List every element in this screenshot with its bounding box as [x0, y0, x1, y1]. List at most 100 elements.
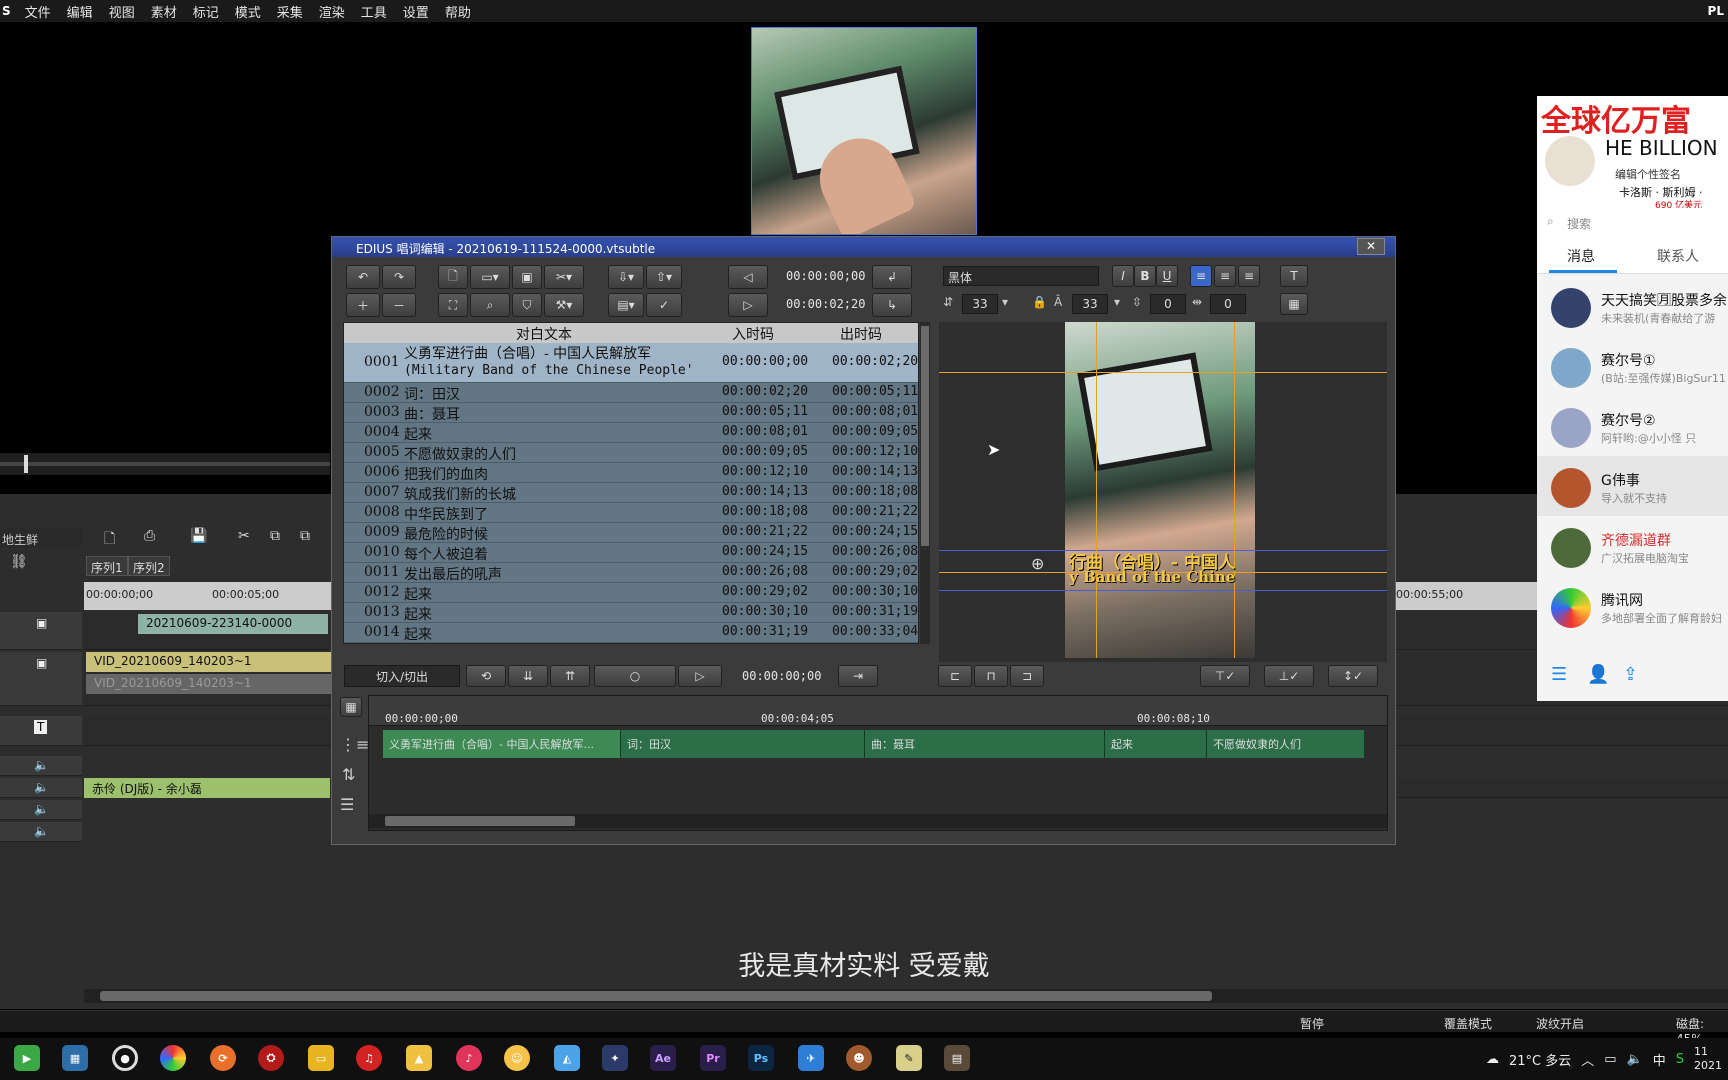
save-icon[interactable]: 💾 — [190, 528, 207, 544]
row-out[interactable]: 00:00:30;10 — [832, 584, 918, 599]
new-file-button[interactable]: 🗋 — [438, 265, 468, 289]
pos-center-button[interactable]: ⊓ — [974, 665, 1008, 687]
row-in[interactable]: 00:00:05;11 — [722, 404, 808, 419]
align-end-button[interactable]: ⇈ — [550, 665, 590, 687]
row-in[interactable]: 00:00:29;02 — [722, 584, 808, 599]
row-in[interactable]: 00:00:31;19 — [722, 624, 808, 639]
add-row-button[interactable]: ＋ — [346, 293, 380, 317]
close-button[interactable]: ✕ — [1357, 238, 1385, 255]
open-project-icon[interactable]: ⎙ — [144, 528, 155, 544]
open-file-button[interactable]: ▭▾ — [470, 265, 510, 289]
row-text[interactable]: 起来 — [404, 604, 432, 624]
subtitle-timeline[interactable]: 00:00:00;00 00:00:04;05 00:00:08;10 义勇军进… — [368, 695, 1388, 831]
row-in[interactable]: 00:00:30;10 — [722, 604, 808, 619]
underline-button[interactable]: U — [1156, 265, 1178, 287]
app-taskbar-icon[interactable]: ▦ — [62, 1045, 88, 1071]
row-text[interactable]: 起来 — [404, 624, 432, 643]
tray-chevron-icon[interactable]: ︿ — [1581, 1050, 1594, 1069]
network-icon[interactable]: ▭ — [1604, 1052, 1616, 1067]
char-spacing-field[interactable]: 0 — [1210, 294, 1246, 314]
menu-capture[interactable]: 采集 — [269, 2, 311, 21]
panel-toggle-button[interactable]: ▦ — [340, 697, 362, 717]
col-header-out[interactable]: 出时码 — [840, 324, 882, 344]
record-button[interactable]: ○ — [594, 665, 676, 687]
timeline-scrollbar[interactable] — [84, 989, 1728, 1003]
edius-taskbar-icon[interactable]: ▶ — [14, 1045, 40, 1071]
tracks-icon[interactable]: ⋮≡ — [340, 735, 369, 754]
timeline-clip[interactable]: VID_20210609_140203~1 — [86, 652, 332, 672]
subtitle-preview[interactable]: 行曲（合唱）- 中国人 y Band of the Chine ⊕ ➤ — [939, 322, 1387, 662]
preview-caption-line2[interactable]: y Band of the Chine — [1069, 568, 1235, 586]
row-out[interactable]: 00:00:29;02 — [832, 564, 918, 579]
row-out[interactable]: 00:00:02;20 — [832, 354, 918, 369]
subtitle-clip[interactable]: 不愿做奴隶的人们 — [1207, 730, 1365, 758]
mail-taskbar-icon[interactable]: ✈ — [798, 1045, 824, 1071]
row-in[interactable]: 00:00:02;20 — [722, 384, 808, 399]
table-row[interactable]: 0006 把我们的血肉 00:00:12;10 00:00:14;13 — [344, 463, 918, 484]
valign-middle-button[interactable]: ⊥✓ — [1264, 665, 1314, 687]
play-button[interactable]: ▷ — [678, 665, 722, 687]
music-taskbar-icon[interactable]: ♪ — [456, 1045, 482, 1071]
table-row[interactable]: 0010 每个人被迫着 00:00:24;15 00:00:26;08 — [344, 543, 918, 563]
row-text[interactable]: 把我们的血肉 — [404, 464, 488, 484]
clock[interactable]: 11 2021 — [1694, 1045, 1722, 1073]
table-scrollbar[interactable] — [920, 322, 930, 644]
row-text-line2[interactable]: (Military Band of the Chinese People' — [404, 363, 714, 378]
mark-button[interactable]: ⛉ — [512, 293, 542, 317]
scrub-handle[interactable] — [24, 455, 28, 473]
align-right-button[interactable]: ≡ — [1238, 265, 1260, 287]
profile-signature[interactable]: 编辑个性签名 — [1615, 166, 1681, 182]
app3-taskbar-icon[interactable]: ▲ — [406, 1045, 432, 1071]
row-in[interactable]: 00:00:12;10 — [722, 464, 808, 479]
row-in[interactable]: 00:00:00;00 — [722, 354, 808, 369]
row-text[interactable]: 最危险的时候 — [404, 524, 488, 544]
tab-sequence-1[interactable]: 序列1 — [86, 556, 128, 576]
track-header-a3[interactable]: 🔈 — [0, 800, 82, 820]
split-button[interactable]: ⇥ — [838, 665, 878, 687]
tab-sequence-2[interactable]: 序列2 — [128, 556, 170, 576]
row-out[interactable]: 00:00:18;08 — [832, 484, 918, 499]
subtitle-clip[interactable]: 词：田汉 — [621, 730, 865, 758]
row-out[interactable]: 00:00:26;08 — [832, 544, 918, 559]
subtitle-clip[interactable]: 曲：聂耳 — [865, 730, 1105, 758]
app6-taskbar-icon[interactable]: ✦ — [602, 1045, 628, 1071]
chat-search[interactable]: ⌕ 搜索 — [1537, 208, 1728, 238]
menu-render[interactable]: 渲染 — [311, 2, 353, 21]
chat-item[interactable]: G伟事 导入就不支持 — [1537, 456, 1728, 516]
table-row[interactable]: 0007 筑成我们新的长城 00:00:14;13 00:00:18;08 — [344, 483, 918, 503]
row-text[interactable]: 起来 — [404, 424, 432, 444]
export-button[interactable]: ⇧▾ — [646, 265, 682, 289]
weather-icon[interactable]: ☁ — [1486, 1052, 1499, 1067]
scrollbar-thumb[interactable] — [921, 326, 929, 546]
row-text[interactable]: 发出最后的吼声 — [404, 564, 502, 584]
row-in[interactable]: 00:00:26;08 — [722, 564, 808, 579]
chat-item[interactable]: 腾讯网 多地部署全面了解育龄妇 — [1537, 576, 1728, 636]
row-text[interactable]: 起来 — [404, 584, 432, 604]
next-button[interactable]: ▷ — [728, 293, 768, 317]
table-row[interactable]: 0013 起来 00:00:30;10 00:00:31;19 — [344, 603, 918, 624]
menu-file[interactable]: 文件 — [17, 2, 59, 21]
subtitle-table[interactable]: 对白文本 入时码 出时码 0001 义勇军进行曲（合唱）- 中国人民解放军 (M… — [343, 322, 919, 644]
menu-settings[interactable]: 设置 — [395, 2, 437, 21]
dialog-titlebar[interactable]: EDIUS 唱词编辑 - 20210619-111524-0000.vtsubt… — [332, 237, 1395, 257]
app4-taskbar-icon[interactable]: ☺ — [504, 1045, 530, 1071]
font-size-field[interactable]: 33 — [962, 294, 998, 314]
weather-text[interactable]: 21°C 多云 — [1509, 1050, 1571, 1069]
speaker-icon[interactable]: 🔈 — [34, 824, 49, 838]
sogou-icon[interactable]: S — [1676, 1052, 1684, 1067]
row-text[interactable]: 义勇军进行曲（合唱）- 中国人民解放军 — [404, 343, 714, 363]
undo-button[interactable]: ↶ — [346, 265, 380, 289]
scrub-bar[interactable] — [0, 462, 330, 466]
font-height-field[interactable]: 33 — [1072, 294, 1108, 314]
row-text[interactable]: 中华民族到了 — [404, 504, 488, 524]
align-left-button[interactable]: ≡ — [1190, 265, 1212, 287]
avatar-taskbar-icon[interactable]: ☻ — [846, 1045, 872, 1071]
chat-item[interactable]: 赛尔号② 阿轩哟:@小小怪 只 — [1537, 396, 1728, 456]
chrome-taskbar-icon[interactable] — [160, 1045, 186, 1071]
table-row[interactable]: 0011 发出最后的吼声 00:00:26;08 00:00:29;02 — [344, 563, 918, 584]
menu-clip[interactable]: 素材 — [143, 2, 185, 21]
app-icon[interactable]: ⇪ — [1623, 664, 1638, 685]
track-header-a2[interactable]: 🔈 — [0, 778, 82, 798]
table-row[interactable]: 0012 起来 00:00:29;02 00:00:30;10 — [344, 583, 918, 604]
row-in[interactable]: 00:00:18;08 — [722, 504, 808, 519]
